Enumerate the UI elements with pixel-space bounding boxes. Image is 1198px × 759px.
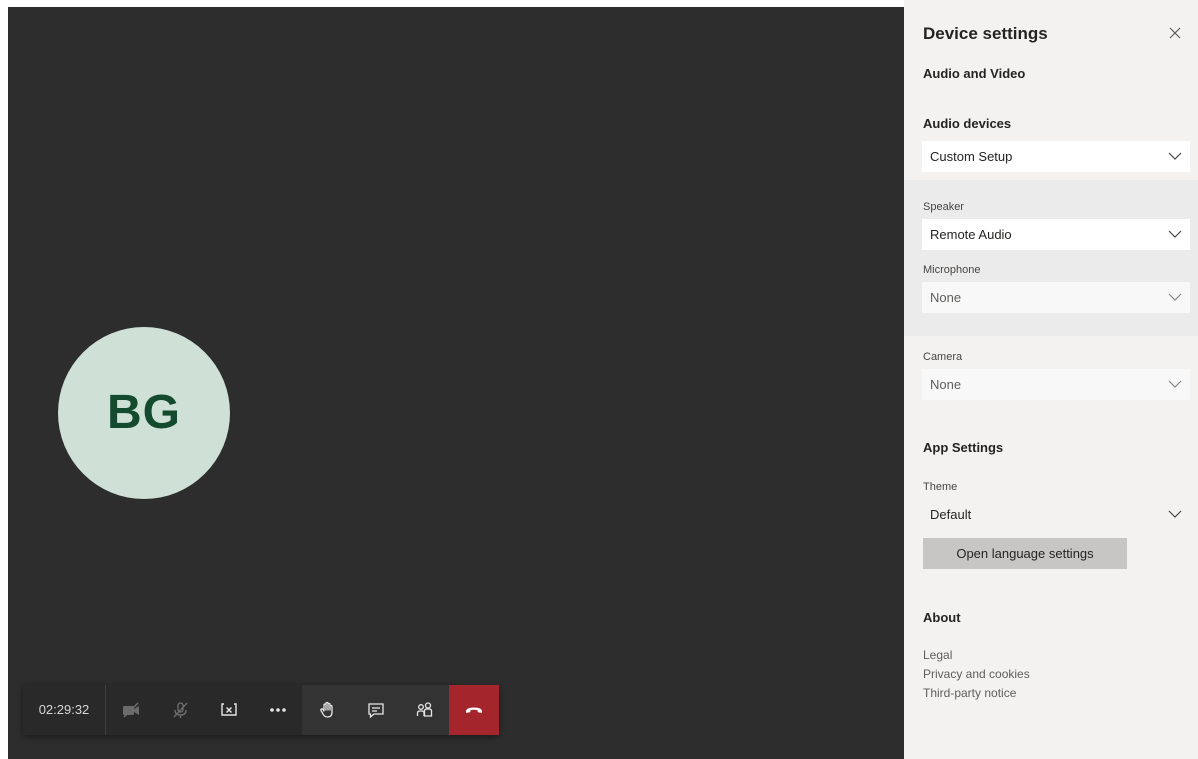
mic-off-icon [172, 702, 188, 718]
audio-devices-select[interactable]: Custom Setup [922, 141, 1190, 172]
chevron-down-icon [1168, 293, 1182, 301]
open-language-settings-button[interactable]: Open language settings [923, 538, 1127, 569]
theme-value: Default [930, 507, 972, 522]
call-control-group-right [302, 685, 499, 735]
theme-select[interactable]: Default [922, 499, 1190, 530]
theme-label: Theme [923, 481, 958, 493]
speaker-select[interactable]: Remote Audio [922, 219, 1190, 250]
camera-value: None [930, 377, 962, 392]
more-actions-button[interactable] [253, 685, 302, 735]
microphone-select[interactable]: None [922, 282, 1190, 313]
camera-toggle-button[interactable] [106, 685, 155, 735]
hang-up-icon [466, 707, 482, 713]
speaker-value: Remote Audio [930, 227, 1012, 242]
stop-share-icon [220, 703, 237, 716]
stop-sharing-button[interactable] [204, 685, 253, 735]
camera-select[interactable]: None [922, 369, 1190, 400]
camera-off-icon [122, 702, 139, 718]
legal-link[interactable]: Legal [923, 648, 952, 662]
chat-icon [367, 703, 384, 719]
audio-devices-heading: Audio devices [923, 116, 1012, 131]
speaker-label: Speaker [923, 201, 964, 213]
device-settings-panel: Device settings Audio and Video Audio de… [904, 0, 1198, 759]
about-heading: About [923, 610, 961, 625]
participants-icon [416, 702, 432, 717]
chevron-down-icon [1168, 152, 1182, 160]
microphone-value: None [930, 290, 962, 305]
third-party-notice-link[interactable]: Third-party notice [923, 686, 1016, 700]
participants-button[interactable] [400, 685, 449, 735]
panel-title: Device settings [923, 24, 1048, 43]
chevron-down-icon [1168, 510, 1182, 518]
audio-video-heading: Audio and Video [923, 66, 1026, 81]
privacy-cookies-link[interactable]: Privacy and cookies [923, 667, 1030, 681]
app-settings-heading: App Settings [923, 440, 1004, 455]
microphone-label: Microphone [923, 264, 981, 276]
raise-hand-button[interactable] [302, 685, 351, 735]
close-icon[interactable] [1168, 26, 1182, 40]
participant-avatar: BG [58, 327, 230, 499]
call-timer: 02:29:32 [23, 685, 106, 735]
audio-devices-value: Custom Setup [930, 149, 1013, 164]
chevron-down-icon [1168, 230, 1182, 238]
microphone-toggle-button[interactable] [155, 685, 204, 735]
more-icon [269, 708, 286, 712]
raise-hand-icon [319, 701, 333, 718]
video-stage: BG 02:29:32 [8, 7, 904, 759]
call-control-group-left: 02:29:32 [23, 685, 302, 735]
chevron-down-icon [1168, 380, 1182, 388]
hang-up-button[interactable] [449, 685, 499, 735]
camera-label: Camera [923, 351, 963, 363]
call-control-bar: 02:29:32 [23, 685, 499, 735]
chat-button[interactable] [351, 685, 400, 735]
